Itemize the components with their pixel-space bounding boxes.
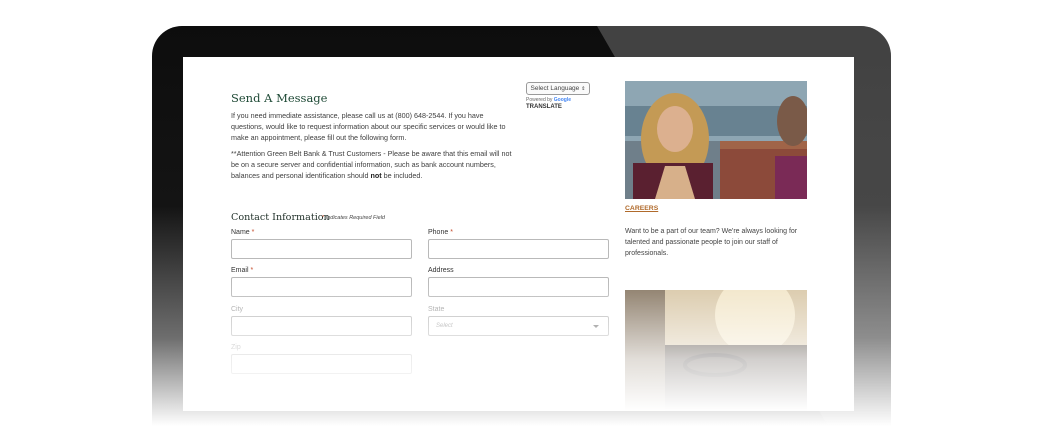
laptop-screen: Send A Message If you need immediate ass… <box>183 57 854 411</box>
phone-input[interactable] <box>428 239 609 259</box>
phone-label: Phone * <box>428 229 453 236</box>
required-star: * <box>250 267 254 274</box>
phone-label-text: Phone <box>428 229 449 236</box>
promo-photo <box>625 290 807 411</box>
careers-description: Want to be a part of our team? We're alw… <box>625 228 798 257</box>
attention-bold-word: not <box>370 171 382 181</box>
chevron-down-icon <box>593 325 599 328</box>
promo-photo-image <box>625 290 807 411</box>
email-label-text: Email <box>231 267 249 274</box>
powered-by-text: Powered by <box>526 97 553 103</box>
required-star: * <box>251 229 255 236</box>
state-label: State <box>428 306 445 313</box>
city-input[interactable] <box>231 316 412 336</box>
address-input[interactable] <box>428 277 609 297</box>
language-select-label: Select Language <box>530 85 580 92</box>
translate-widget: Select Language ⇕ Powered by Google TRAN… <box>526 82 590 110</box>
address-label: Address <box>428 267 454 274</box>
required-note-text: Indicates Required Field <box>325 215 385 221</box>
name-label: Name * <box>231 229 254 236</box>
intro-text: If you need immediate assistance, please… <box>231 111 506 143</box>
name-label-text: Name <box>231 229 250 236</box>
contact-info-heading: Contact Information <box>231 212 330 223</box>
careers-link[interactable]: CAREERS <box>625 205 658 212</box>
google-logo: Google <box>553 97 572 103</box>
careers-photo <box>625 81 807 199</box>
required-field-note: * Indicates Required Field <box>322 215 385 221</box>
translate-link[interactable]: TRANSLATE <box>526 104 590 110</box>
zip-input[interactable] <box>231 354 412 374</box>
updown-arrow-icon: ⇕ <box>581 85 586 92</box>
state-select-value: Select <box>436 323 453 329</box>
required-star: * <box>322 215 325 221</box>
state-select[interactable]: Select <box>428 316 609 336</box>
name-input[interactable] <box>231 239 412 259</box>
page-title: Send A Message <box>231 91 328 105</box>
powered-by-google: Powered by Google <box>526 97 590 103</box>
careers-photo-image <box>625 81 807 199</box>
language-select[interactable]: Select Language ⇕ <box>526 82 590 95</box>
required-star: * <box>450 229 453 236</box>
attention-text-end: be included. <box>381 171 423 181</box>
attention-notice: **Attention Green Belt Bank & Trust Cust… <box>231 148 513 182</box>
email-input[interactable] <box>231 277 412 297</box>
zip-label: Zip <box>231 344 241 351</box>
city-label: City <box>231 306 244 313</box>
email-label: Email * <box>231 267 253 274</box>
